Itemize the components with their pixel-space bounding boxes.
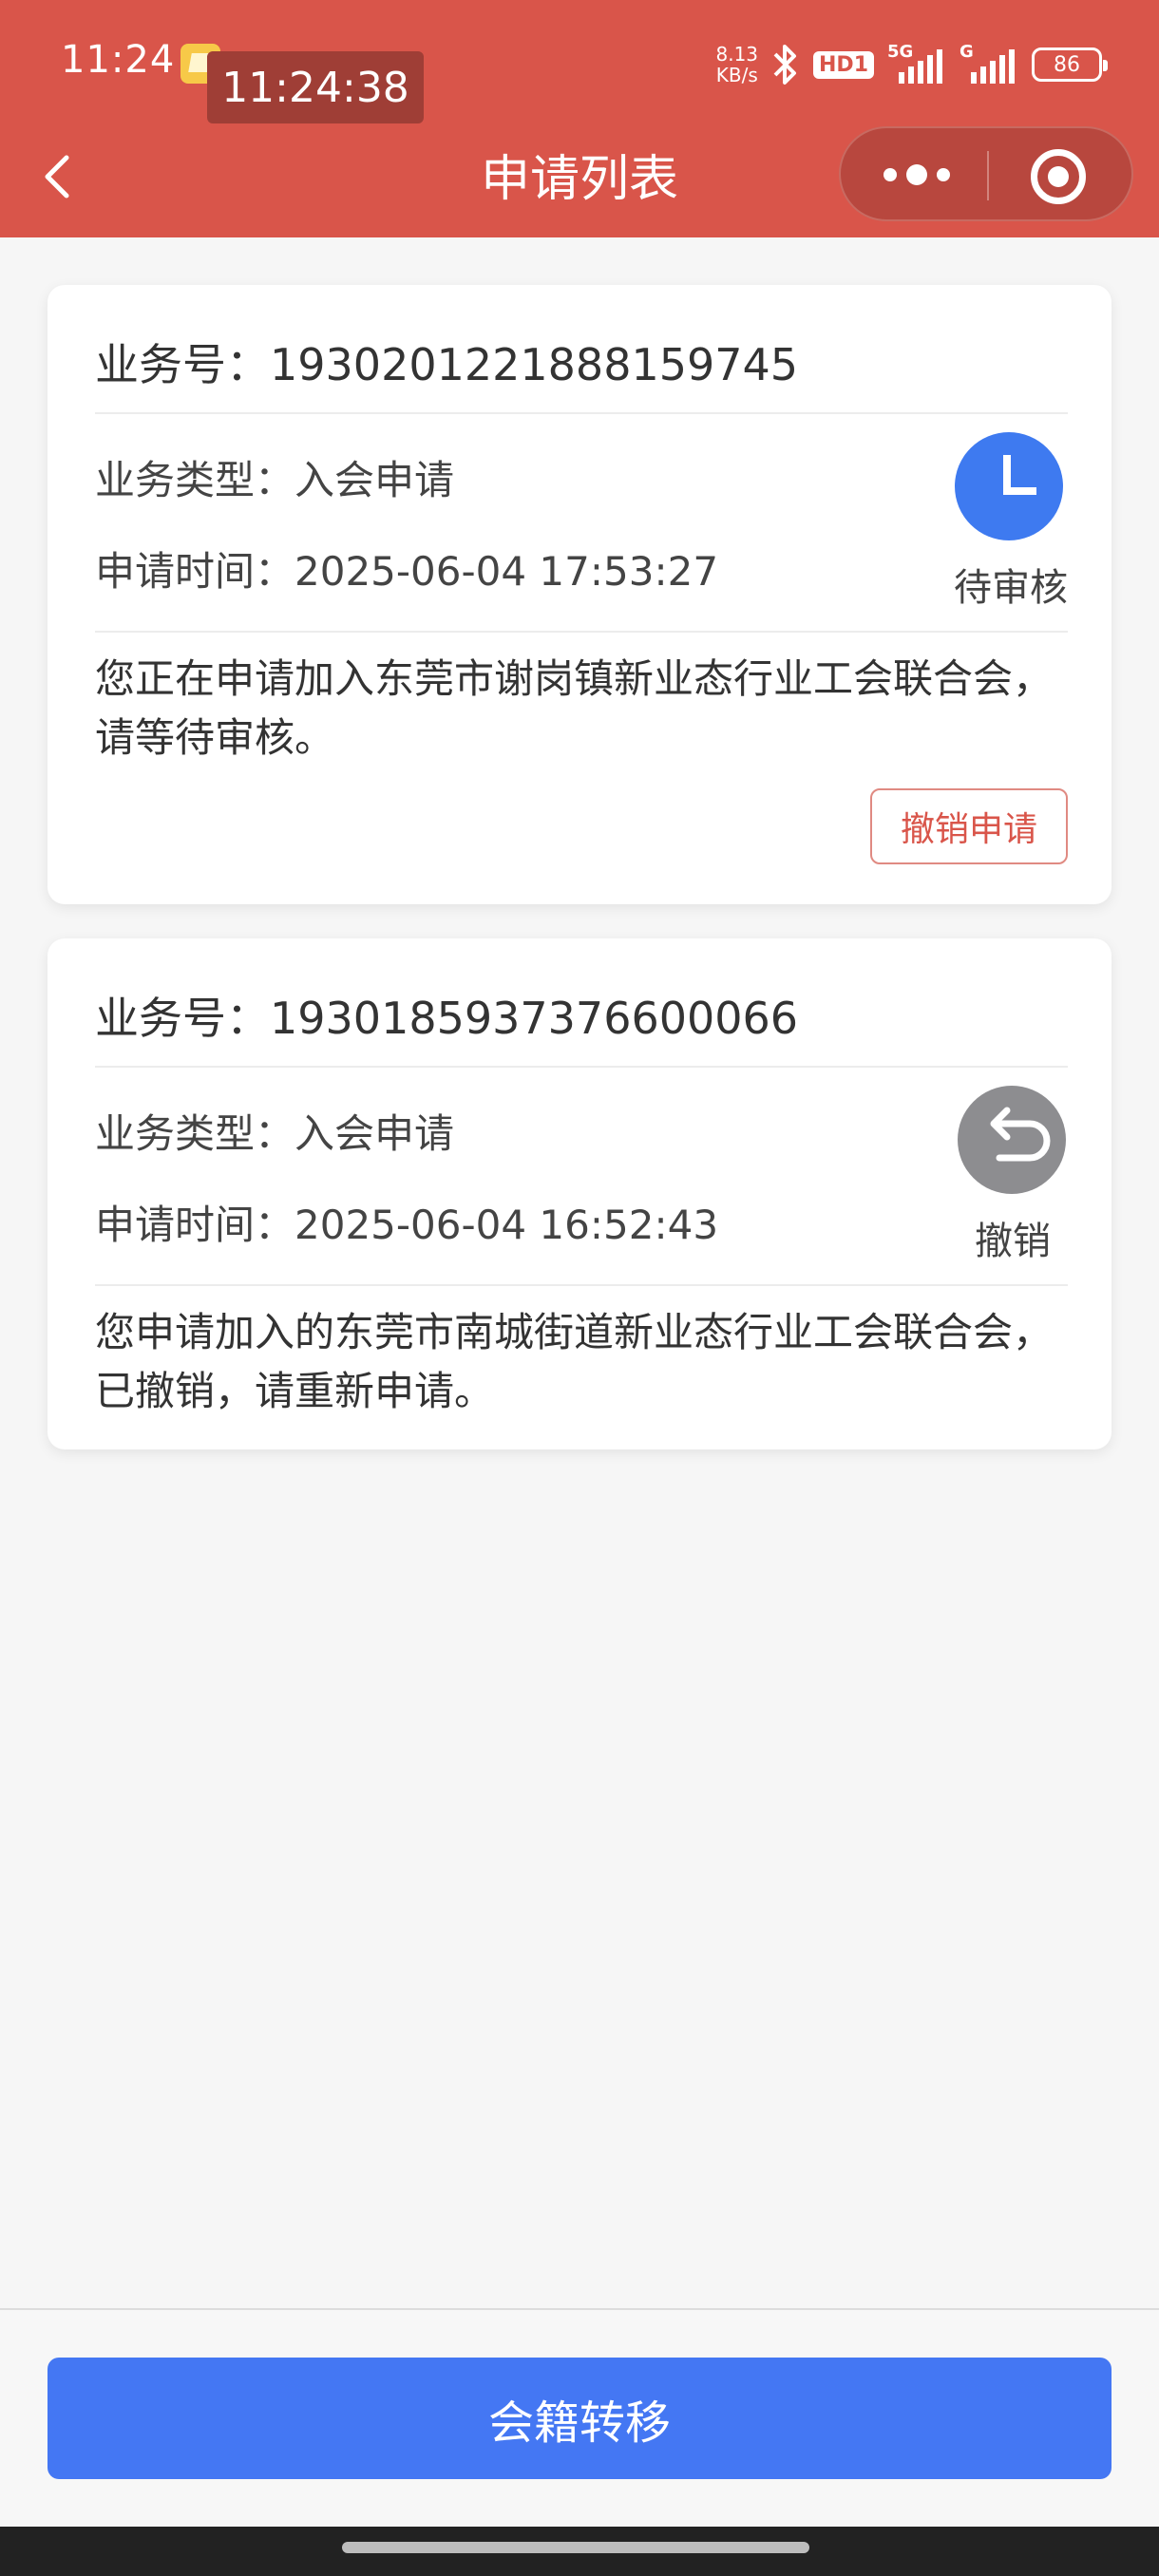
business-type: 业务类型：入会申请 — [95, 457, 455, 503]
capsule-divider — [987, 151, 989, 200]
business-type: 业务类型：入会申请 — [95, 1110, 455, 1157]
application-card[interactable]: 业务号：1930185937376600066 业务类型：入会申请 申请时间：2… — [48, 938, 1112, 1449]
battery-icon: 86 — [1032, 47, 1108, 82]
mini-program-capsule — [839, 126, 1133, 221]
application-time: 申请时间：2025-06-04 17:53:27 — [95, 548, 719, 595]
app-header: 11:24 11:24:38 8.13 KB/s HD1 5G G 86 申请列… — [0, 0, 1159, 237]
battery-level: 86 — [1054, 52, 1080, 77]
business-number: 业务号：1930185937376600066 — [95, 993, 799, 1044]
divider — [95, 1284, 1068, 1286]
hd-badge: HD1 — [813, 50, 874, 79]
status-icons: 8.13 KB/s HD1 5G G 86 — [715, 36, 1108, 93]
net-speed: 8.13 KB/s — [715, 43, 759, 86]
clock-overlay: 11:24:38 — [207, 51, 424, 123]
system-nav-bar — [0, 2527, 1159, 2576]
cancel-application-button[interactable]: 撤销申请 — [870, 788, 1068, 864]
status-label: 待审核 — [954, 566, 1068, 610]
bluetooth-icon — [773, 45, 797, 85]
status-message: 您正在申请加入东莞市谢岗镇新业态行业工会联合会，请等待审核。 — [95, 655, 1054, 761]
application-time: 申请时间：2025-06-04 16:52:43 — [95, 1202, 719, 1248]
status-time: 11:24 — [61, 38, 176, 82]
divider — [95, 1066, 1068, 1068]
membership-transfer-button[interactable]: 会籍转移 — [48, 2358, 1112, 2479]
divider — [95, 631, 1068, 633]
application-card[interactable]: 业务号：1930201221888159745 业务类型：入会申请 申请时间：2… — [48, 285, 1112, 904]
status-label: 撤销 — [975, 1220, 1051, 1263]
target-circle-icon[interactable] — [1031, 149, 1086, 204]
divider — [95, 412, 1068, 414]
undo-arrow-icon — [958, 1086, 1066, 1194]
home-indicator[interactable] — [342, 2542, 809, 2553]
clock-icon — [955, 432, 1063, 540]
more-dots-icon[interactable] — [869, 147, 964, 202]
signal-icon-2: G — [960, 42, 1018, 84]
status-message: 您申请加入的东莞市南城街道新业态行业工会联合会，已撤销，请重新申请。 — [95, 1309, 1054, 1414]
business-number: 业务号：1930201221888159745 — [95, 339, 799, 390]
signal-icon-1: 5G — [887, 42, 946, 84]
